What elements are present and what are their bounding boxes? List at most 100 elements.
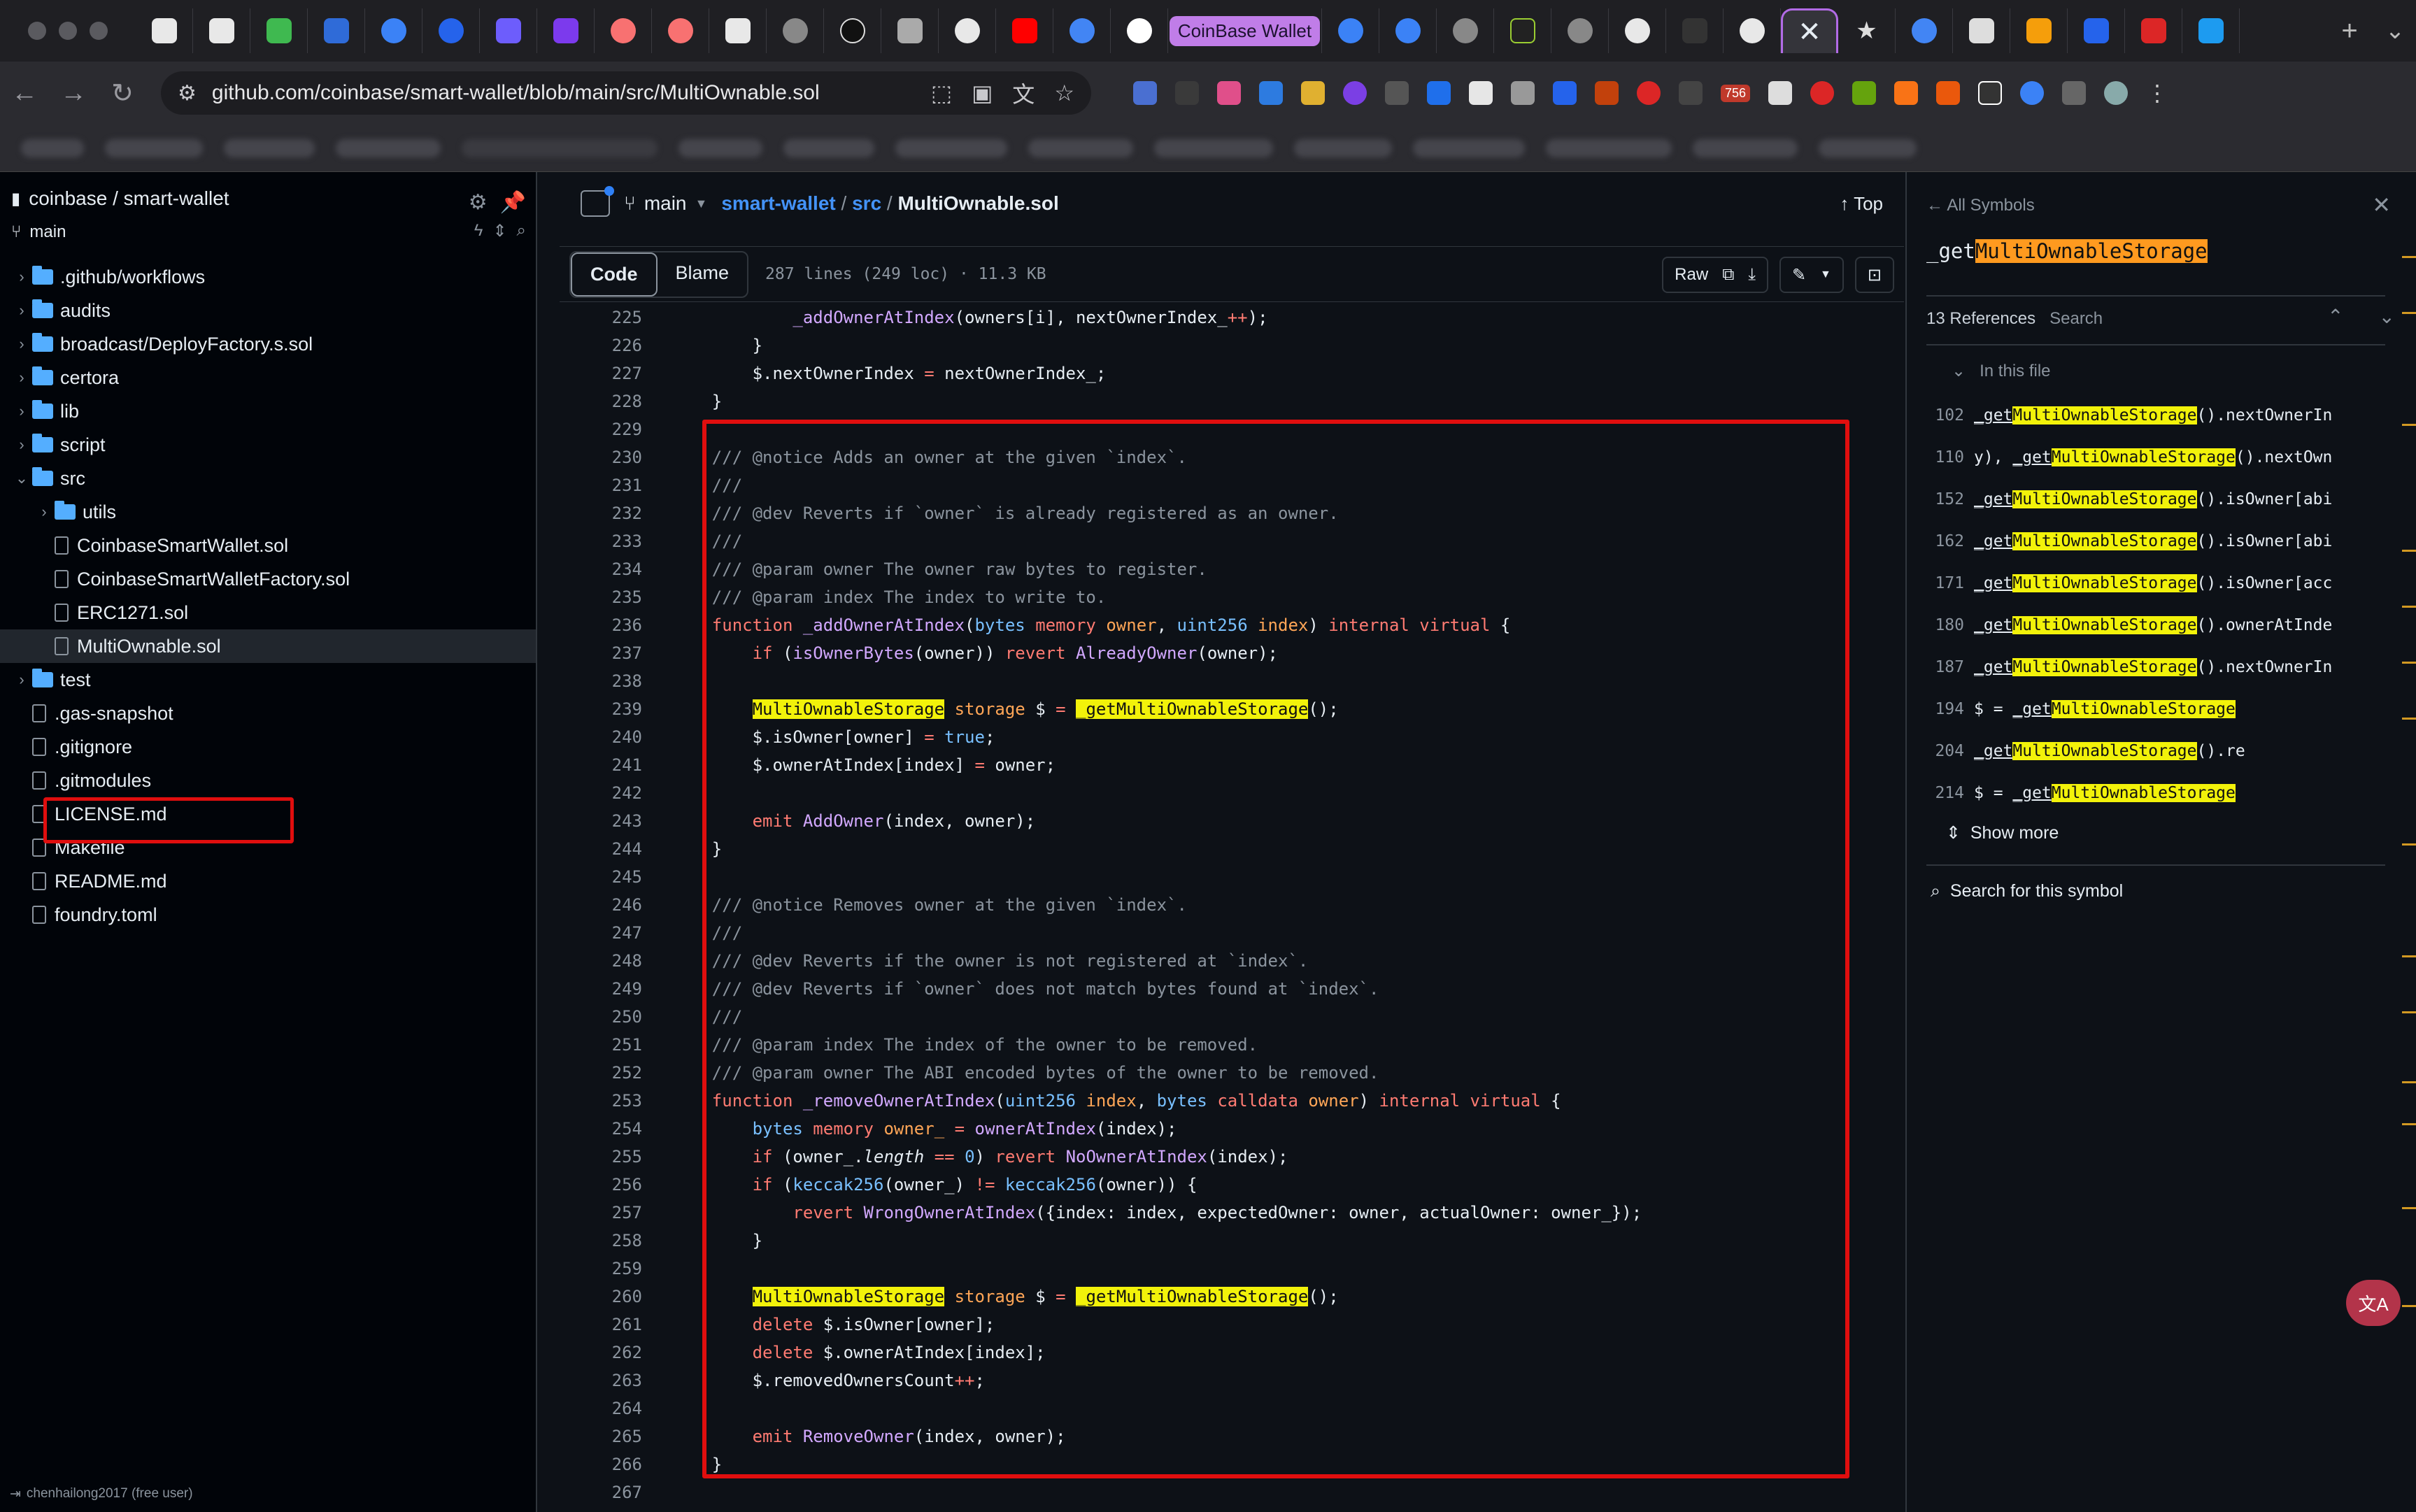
tab-coinbase-wallet[interactable]: CoinBase Wallet [1168,8,1322,53]
code-text[interactable]: MultiOwnableStorage storage $ = _getMult… [642,1287,1339,1306]
line-number[interactable]: 247 [560,923,642,943]
code-text[interactable]: bytes memory owner_ = ownerAtIndex(index… [642,1119,1177,1139]
github-tab[interactable] [1609,8,1666,53]
extension-icon[interactable] [1385,81,1409,105]
close-icon[interactable]: ✕ [1798,16,1821,48]
code-text[interactable]: $.isOwner[owner] = true; [642,727,995,747]
tab[interactable] [250,8,308,53]
code-text[interactable]: if (isOwnerBytes(owner)) revert AlreadyO… [642,643,1278,663]
tree-folder[interactable]: › script [0,428,536,462]
extension-icon[interactable] [1894,81,1919,105]
tree-file[interactable]: foundry.toml [0,898,536,932]
code-text[interactable]: if (keccak256(owner_) != keccak256(owner… [642,1175,1198,1194]
tab[interactable] [1379,8,1437,53]
chevron-right-icon[interactable]: › [11,335,32,353]
code-text[interactable]: $.removedOwnersCount++; [642,1371,985,1390]
scrollbar-markers[interactable] [2402,214,2416,1473]
line-number[interactable]: 231 [560,476,642,495]
code-text[interactable]: /// @param index The index to write to. [642,587,1107,607]
tab[interactable] [1437,8,1494,53]
reader-icon[interactable]: ▣ [972,80,993,106]
reference-item[interactable]: 187 _getMultiOwnableStorage().nextOwnerIn [1907,646,2416,688]
line-number[interactable]: 236 [560,615,642,635]
line-number[interactable]: 263 [560,1371,642,1390]
chevron-right-icon[interactable]: › [11,369,32,387]
close-icon[interactable]: ✕ [2372,192,2391,218]
reference-item[interactable]: 194 $ = _getMultiOwnableStorage [1907,688,2416,730]
google-tab[interactable] [1053,8,1111,53]
tab[interactable] [193,8,250,53]
code-text[interactable]: /// @notice Removes owner at the given `… [642,895,1187,915]
tab[interactable] [2125,8,2182,53]
tree-folder[interactable]: › certora [0,361,536,394]
raw-button[interactable]: Raw ⧉ ⤓ [1662,257,1768,293]
tab[interactable] [308,8,365,53]
reference-item[interactable]: 110 y), _getMultiOwnableStorage().nextOwn [1907,436,2416,478]
google-tab[interactable] [1896,8,1953,53]
line-number[interactable]: 243 [560,811,642,831]
line-number[interactable]: 228 [560,392,642,411]
tree-file[interactable]: .gas-snapshot [0,697,536,730]
tree-file[interactable]: README.md [0,864,536,898]
line-number[interactable]: 265 [560,1427,642,1446]
forward-button[interactable]: → [49,78,98,108]
code-text[interactable]: /// [642,923,742,943]
chevron-right-icon[interactable]: › [11,268,32,286]
chevron-right-icon[interactable]: › [11,436,32,454]
window-controls[interactable] [28,22,108,40]
line-number[interactable]: 253 [560,1091,642,1111]
extension-icon[interactable] [1936,81,1961,105]
code-text[interactable]: emit RemoveOwner(index, owner); [642,1427,1066,1446]
line-number[interactable]: 230 [560,448,642,467]
search-icon[interactable]: ⌕ [517,221,526,241]
code-text[interactable]: /// @dev Reverts if `owner` is already r… [642,504,1339,523]
line-number[interactable]: 229 [560,420,642,439]
tree-file[interactable]: ERC1271.sol [0,596,536,629]
all-symbols-link[interactable]: ← All Symbols [1926,196,2035,215]
extension-icon[interactable] [1978,81,2003,105]
reference-item[interactable]: 102 _getMultiOwnableStorage().nextOwnerIn [1907,394,2416,436]
line-number[interactable]: 232 [560,504,642,523]
code-text[interactable]: /// @notice Adds an owner at the given `… [642,448,1187,467]
line-number[interactable]: 251 [560,1035,642,1055]
line-number[interactable]: 238 [560,671,642,691]
code-text[interactable]: /// @param owner The owner raw bytes to … [642,559,1207,579]
line-number[interactable]: 249 [560,979,642,999]
extension-icon[interactable] [1343,81,1367,105]
tab[interactable] [595,8,652,53]
site-info-icon[interactable]: ⚙ [178,81,197,106]
reference-item[interactable]: 204 _getMultiOwnableStorage().re [1907,730,2416,772]
extension-icon[interactable] [1217,81,1241,105]
tree-folder[interactable]: › audits [0,294,536,327]
tree-file[interactable]: .gitignore [0,730,536,764]
line-number[interactable]: 237 [560,643,642,663]
code-text[interactable]: _addOwnerAtIndex(owners[i], nextOwnerInd… [642,308,1267,327]
extension-icon[interactable] [1637,81,1661,105]
chevron-right-icon[interactable]: › [11,301,32,320]
tab-code[interactable]: Code [571,252,658,297]
extension-badge[interactable]: 756 [1721,84,1751,102]
code-text[interactable]: } [642,839,722,859]
sidebar-toggle-icon[interactable] [581,186,614,217]
code-text[interactable]: /// [642,476,742,495]
code-text[interactable]: /// [642,532,742,551]
top-button[interactable]: ↑ Top [1840,193,1883,215]
code-text[interactable]: /// @dev Reverts if `owner` does not mat… [642,979,1379,999]
logout-icon[interactable]: ⇥ [10,1486,21,1502]
code-text[interactable]: function _addOwnerAtIndex(bytes memory o… [642,615,1511,635]
tree-folder[interactable]: › utils [0,495,536,529]
tree-folder[interactable]: › lib [0,394,536,428]
tab[interactable] [709,8,767,53]
lightning-icon[interactable]: ϟ [474,221,483,241]
code-text[interactable]: delete $.isOwner[owner]; [642,1315,995,1334]
line-number[interactable]: 256 [560,1175,642,1194]
code-text[interactable]: /// [642,1007,742,1027]
reference-item[interactable]: 152 _getMultiOwnableStorage().isOwner[abi [1907,478,2416,520]
line-number[interactable]: 241 [560,755,642,775]
puzzle-icon[interactable] [2062,81,2087,105]
address-bar[interactable]: ⚙ github.com/coinbase/smart-wallet/blob/… [161,71,1091,115]
line-number[interactable]: 267 [560,1483,642,1502]
code-text[interactable]: if (owner_.length == 0) revert NoOwnerAt… [642,1147,1288,1167]
tree-folder[interactable]: ⌄ src [0,462,536,495]
tab[interactable] [2068,8,2125,53]
